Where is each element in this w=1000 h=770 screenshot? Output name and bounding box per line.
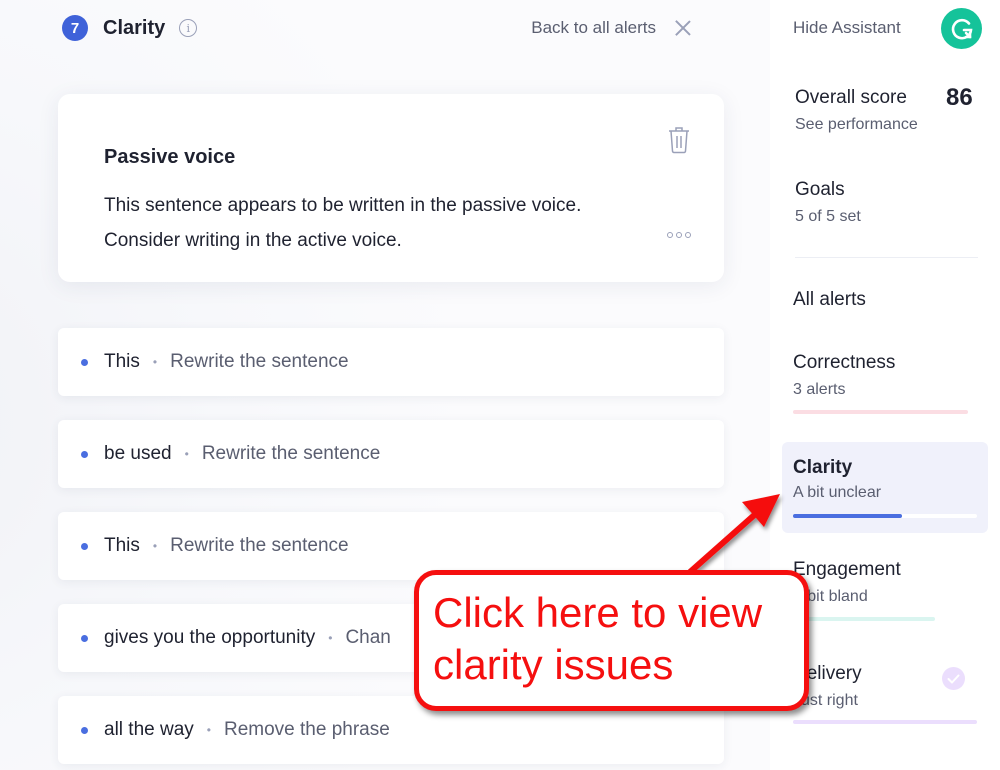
alert-word: all the way [104,719,194,740]
category-progress-bar [793,720,977,724]
grammarly-logo-icon[interactable] [941,8,982,49]
category-progress-bar [793,617,935,621]
alert-action: Chan [345,627,391,648]
separator: • [184,447,189,461]
alert-list-item[interactable]: be used • Rewrite the sentence [58,420,724,488]
category-title: Clarity [793,457,853,478]
category-subtitle: 3 alerts [793,381,846,398]
category-progress-fill [793,514,902,518]
trash-icon[interactable] [667,126,691,154]
goals-status: 5 of 5 set [795,208,861,225]
alert-dot-icon [81,542,88,550]
alert-action: Remove the phrase [223,719,390,740]
hide-assistant-button[interactable]: Hide Assistant [793,18,901,38]
annotation-text: clarity issues [433,641,674,688]
category-clarity[interactable]: Clarity A bit unclear [782,442,988,533]
check-icon [942,667,965,690]
panel-header: 7 Clarity i Back to all alerts [62,14,692,42]
alert-title: Passive voice [104,146,236,168]
separator: • [152,539,158,553]
alert-word: This [104,351,140,372]
dot [676,232,682,238]
close-icon[interactable] [674,19,692,37]
alert-word: gives you the opportunity [104,627,316,648]
dot [685,232,691,238]
alert-dot-icon [81,634,88,642]
expanded-alert-card[interactable]: Passive voice This sentence appears to b… [58,94,724,282]
separator: • [206,723,211,737]
category-progress-track [793,514,977,518]
alert-action: Rewrite the sentence [201,443,381,464]
more-options-icon[interactable] [667,232,691,238]
alert-word: be used [104,443,172,464]
category-title: Correctness [793,352,896,373]
alert-dot-icon [81,358,88,366]
alert-list-item[interactable]: This • Rewrite the sentence [58,328,724,396]
annotation-callout: Click here to view clarity issues [414,570,809,711]
back-to-all-alerts-link[interactable]: Back to all alerts [531,18,656,38]
alert-action: Rewrite the sentence [170,535,349,556]
overall-score-label[interactable]: Overall score [795,87,907,109]
annotation-text: Click here to view [433,589,763,636]
alert-word: This [104,535,140,556]
category-subtitle: A bit unclear [793,484,882,501]
panel-title: Clarity [103,16,166,39]
goals-label[interactable]: Goals [795,179,845,201]
alert-description: This sentence appears to be written in t… [104,188,581,258]
all-alerts-tab[interactable]: All alerts [793,289,866,311]
separator: • [328,631,333,645]
alert-dot-icon [81,450,88,458]
info-icon[interactable]: i [179,19,198,37]
overall-score-value: 86 [946,84,973,111]
alert-description-line: Consider writing in the active voice. [104,230,402,251]
alert-description-line: This sentence appears to be written in t… [104,195,582,216]
see-performance-link[interactable]: See performance [795,116,918,134]
category-title: Engagement [793,559,901,580]
separator: • [152,355,158,369]
alert-dot-icon [81,726,88,734]
alert-count-badge: 7 [62,15,88,41]
alert-action: Rewrite the sentence [170,351,349,372]
divider [795,257,978,258]
category-progress-bar [793,410,968,414]
dot [667,232,673,238]
